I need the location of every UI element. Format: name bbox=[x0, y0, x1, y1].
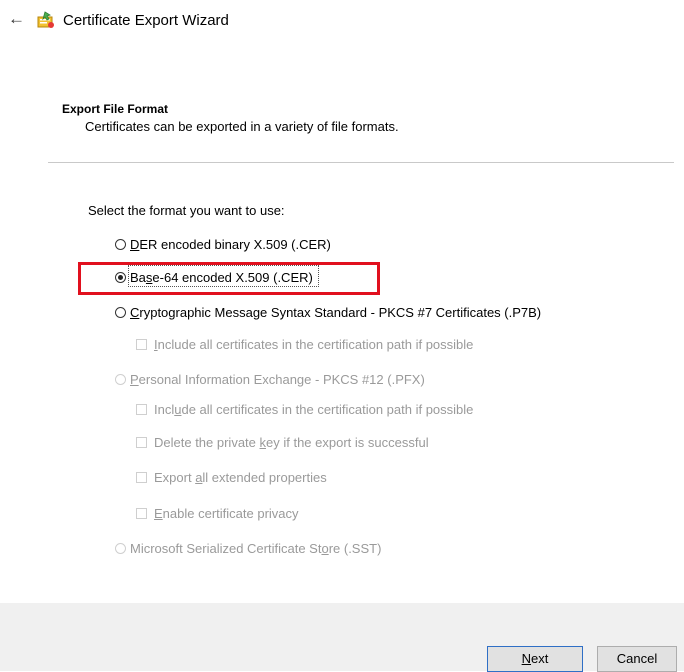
radio-button[interactable] bbox=[115, 543, 126, 554]
radio-button[interactable] bbox=[115, 307, 126, 318]
radio-pkcs7-label: Cryptographic Message Syntax Standard - … bbox=[130, 305, 542, 320]
checkbox[interactable] bbox=[136, 508, 147, 519]
next-button[interactable]: Next bbox=[487, 646, 583, 672]
section-title: Export File Format bbox=[62, 102, 169, 116]
checkbox-delete-key-label: Delete the private key if the export is … bbox=[154, 435, 429, 450]
checkbox[interactable] bbox=[136, 404, 147, 415]
checkbox[interactable] bbox=[136, 339, 147, 350]
checkbox-pfx-include-label: Include all certificates in the certific… bbox=[154, 402, 474, 417]
radio-pfx-option[interactable]: Personal Information Exchange - PKCS #12… bbox=[115, 372, 425, 387]
checkbox[interactable] bbox=[136, 437, 147, 448]
checkbox[interactable] bbox=[136, 472, 147, 483]
checkbox-pkcs7-include-all[interactable]: Include all certificates in the certific… bbox=[136, 337, 473, 352]
radio-button[interactable] bbox=[115, 239, 126, 250]
checkbox-pfx-include-all[interactable]: Include all certificates in the certific… bbox=[136, 402, 473, 417]
checkbox-privacy-label: Enable certificate privacy bbox=[154, 506, 299, 521]
header-divider bbox=[48, 162, 674, 163]
radio-der-label: DER encoded binary X.509 (.CER) bbox=[130, 237, 331, 252]
radio-sst-label: Microsoft Serialized Certificate Store (… bbox=[130, 541, 382, 556]
wizard-title: Certificate Export Wizard bbox=[63, 12, 229, 29]
radio-der-option[interactable]: DER encoded binary X.509 (.CER) bbox=[115, 237, 331, 252]
radio-button[interactable] bbox=[115, 374, 126, 385]
section-description: Certificates can be exported in a variet… bbox=[85, 119, 399, 134]
checkbox-export-extended-properties[interactable]: Export all extended properties bbox=[136, 470, 327, 485]
checkbox-pkcs7-include-label: Include all certificates in the certific… bbox=[154, 337, 474, 352]
radio-pkcs7-option[interactable]: Cryptographic Message Syntax Standard - … bbox=[115, 305, 541, 320]
radio-pfx-label: Personal Information Exchange - PKCS #12… bbox=[130, 372, 425, 387]
format-prompt: Select the format you want to use: bbox=[88, 203, 285, 218]
checkbox-enable-certificate-privacy[interactable]: Enable certificate privacy bbox=[136, 506, 299, 521]
red-highlight-box bbox=[78, 262, 380, 295]
radio-sst-option[interactable]: Microsoft Serialized Certificate Store (… bbox=[115, 541, 381, 556]
back-arrow-icon[interactable]: ← bbox=[8, 10, 25, 28]
cancel-button[interactable]: Cancel bbox=[597, 646, 677, 672]
checkbox-export-props-label: Export all extended properties bbox=[154, 470, 327, 485]
certificate-wizard-icon bbox=[36, 11, 56, 29]
checkbox-delete-private-key[interactable]: Delete the private key if the export is … bbox=[136, 435, 429, 450]
